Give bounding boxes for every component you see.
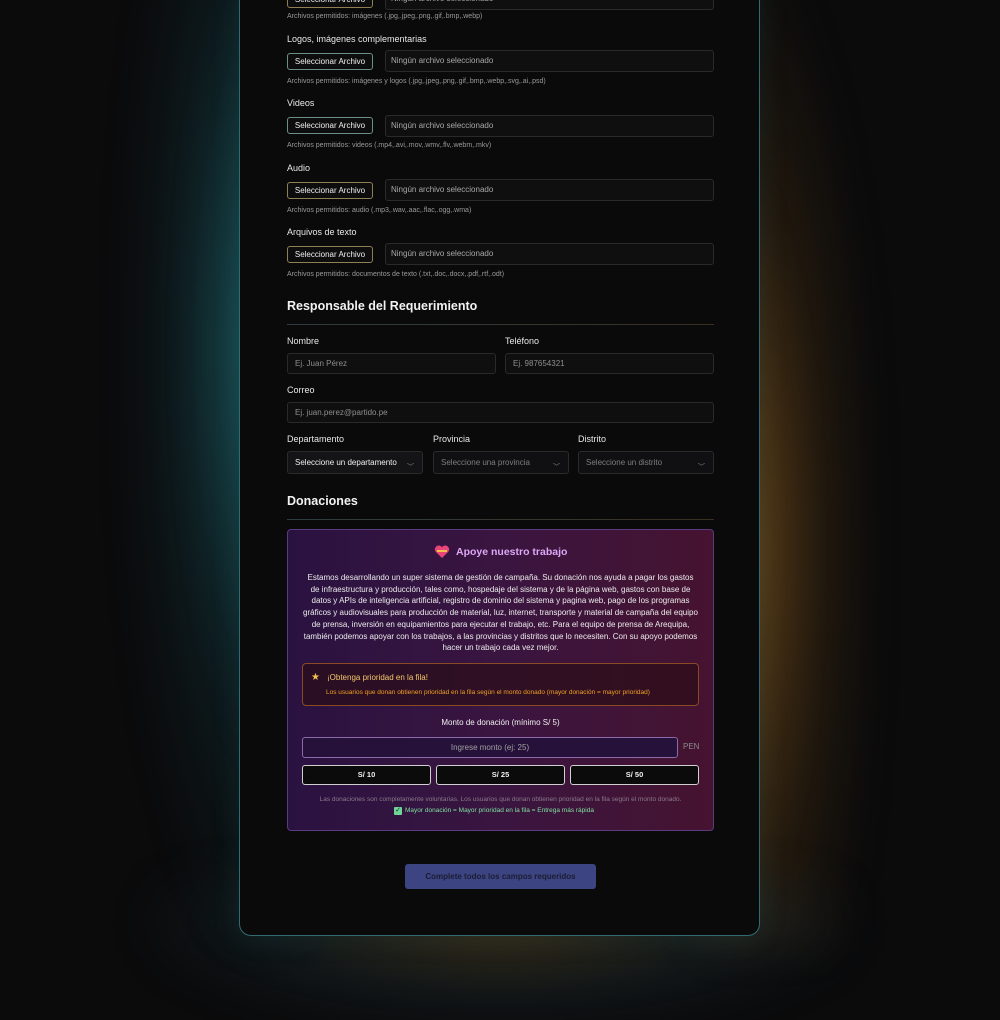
images-file-display: Ningún archivo seleccionado <box>385 0 714 10</box>
videos-hint: Archivos permitidos: videos (.mp4,.avi,.… <box>287 142 492 149</box>
quick-amount-10-button[interactable]: S/ 10 <box>302 765 431 785</box>
audio-file-display: Ningún archivo seleccionado <box>385 179 714 201</box>
quick-amount-50-button[interactable]: S/ 50 <box>570 765 699 785</box>
donation-footnote: Las donaciones son completamente volunta… <box>319 796 682 803</box>
department-select[interactable]: Seleccione un departamento ﹀ <box>287 451 423 474</box>
department-select-value: Seleccione un departamento <box>295 458 397 467</box>
logos-select-button[interactable]: Seleccionar Archivo <box>287 53 373 70</box>
chevron-down-icon: ﹀ <box>407 464 414 471</box>
images-select-button[interactable]: Seleccionar Archivo <box>287 0 373 8</box>
text-files-select-button[interactable]: Seleccionar Archivo <box>287 246 373 263</box>
donations-divider <box>287 519 714 520</box>
phone-input[interactable]: Ej. 987654321 <box>505 353 714 374</box>
amount-input[interactable]: Ingrese monto (ej: 25) <box>302 737 678 758</box>
donation-description: Estamos desarrollando un super sistema d… <box>303 573 698 653</box>
star-icon: ★ <box>311 672 320 683</box>
submit-button[interactable]: Complete todos los campos requeridos <box>405 864 596 889</box>
district-label: Distrito <box>578 434 607 444</box>
responsible-title: Responsable del Requerimiento <box>287 299 478 313</box>
responsible-divider <box>287 324 714 325</box>
chevron-down-icon: ﹀ <box>553 464 560 471</box>
province-label: Provincia <box>433 434 471 444</box>
heart-icon <box>434 545 450 559</box>
currency-label: PEN <box>683 742 700 751</box>
donations-title: Donaciones <box>287 494 358 508</box>
priority-box <box>302 663 699 706</box>
name-input[interactable]: Ej. Juan Pérez <box>287 353 496 374</box>
district-select-value: Seleccione un distrito <box>586 458 663 467</box>
phone-label: Teléfono <box>505 336 540 346</box>
chevron-down-icon: ﹀ <box>698 464 705 471</box>
department-label: Departamento <box>287 434 345 444</box>
district-select[interactable]: Seleccione un distrito ﹀ <box>578 451 714 474</box>
logos-file-display: Ningún archivo seleccionado <box>385 50 714 72</box>
amount-label: Monto de donación (mínimo S/ 5) <box>441 718 560 727</box>
videos-select-button[interactable]: Seleccionar Archivo <box>287 117 373 134</box>
donation-card-title: Apoye nuestro trabajo <box>456 546 568 558</box>
province-select-value: Seleccione una provincia <box>441 458 530 467</box>
videos-file-display: Ningún archivo seleccionado <box>385 115 714 137</box>
logos-hint: Archivos permitidos: imágenes y logos (.… <box>287 78 546 85</box>
quick-amount-25-button[interactable]: S/ 25 <box>436 765 565 785</box>
audio-select-button[interactable]: Seleccionar Archivo <box>287 182 373 199</box>
logos-label: Logos, imágenes complementarias <box>287 34 427 44</box>
text-files-hint: Archivos permitidos: documentos de texto… <box>287 271 505 278</box>
check-icon: ✓ <box>394 807 402 815</box>
images-hint: Archivos permitidos: imágenes (.jpg,.jpe… <box>287 13 483 20</box>
email-input[interactable]: Ej. juan.perez@partido.pe <box>287 402 714 423</box>
email-label: Correo <box>287 385 315 395</box>
text-files-file-display: Ningún archivo seleccionado <box>385 243 714 265</box>
videos-label: Videos <box>287 98 315 108</box>
donation-footnote-check: Mayor donación = Mayor prioridad en la f… <box>405 807 594 814</box>
priority-text: Los usuarios que donan obtienen priorida… <box>326 689 650 696</box>
text-files-label: Arquivos de texto <box>287 227 357 237</box>
audio-label: Audio <box>287 163 311 173</box>
priority-title: ¡Obtenga prioridad en la fila! <box>327 673 428 682</box>
name-label: Nombre <box>287 336 320 346</box>
audio-hint: Archivos permitidos: audio (.mp3,.wav,.a… <box>287 207 472 214</box>
province-select[interactable]: Seleccione una provincia ﹀ <box>433 451 569 474</box>
